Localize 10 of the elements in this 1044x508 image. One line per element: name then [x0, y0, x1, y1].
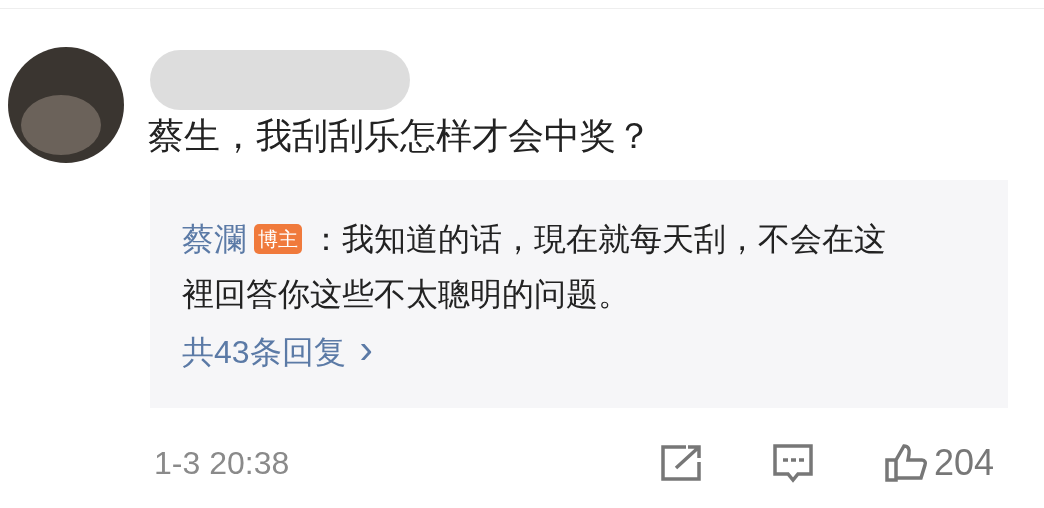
- timestamp: 1-3 20:38: [154, 444, 291, 483]
- thumbs-up-icon: [884, 443, 928, 483]
- author-link[interactable]: 蔡瀾: [182, 221, 246, 257]
- comment-icon[interactable]: [772, 443, 814, 483]
- blogger-badge: 博主: [254, 224, 302, 254]
- like-button[interactable]: 204: [884, 436, 1024, 490]
- view-replies-link[interactable]: 共43条回复 ›: [182, 330, 373, 374]
- share-icon[interactable]: [660, 444, 702, 482]
- comment-text: 蔡生，我刮刮乐怎样才会中奖？: [148, 114, 653, 158]
- reply-text: 蔡瀾 博主 ：我知道的话，現在就每天刮，不会在这裡回答你这些不太聰明的问题。: [182, 220, 887, 314]
